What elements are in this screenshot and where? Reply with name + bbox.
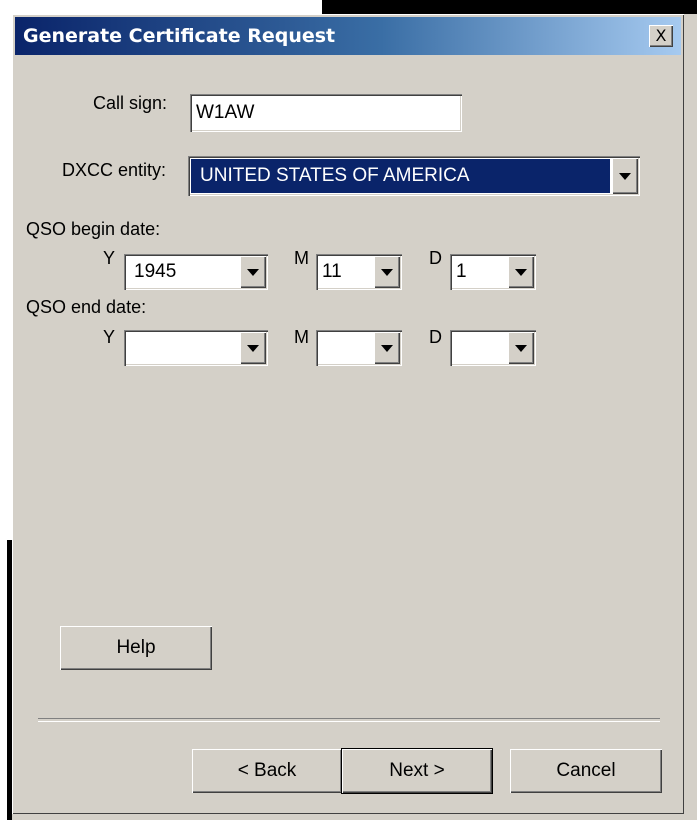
cancel-button-label: Cancel: [556, 760, 616, 781]
end-day-select[interactable]: [450, 330, 536, 366]
end-year-dropdown-button[interactable]: [240, 332, 266, 364]
end-month-label: M: [294, 327, 309, 347]
end-year-label: Y: [103, 327, 116, 347]
begin-year-value: 1945: [134, 261, 177, 282]
dxcc-entity-label: DXCC entity:: [62, 160, 167, 180]
begin-month-select[interactable]: 11: [316, 254, 402, 290]
chevron-down-icon: [247, 345, 259, 352]
end-day-dropdown-button[interactable]: [508, 332, 534, 364]
begin-day-label: D: [429, 248, 442, 268]
help-button-label: Help: [116, 637, 156, 658]
begin-month-value: 11: [322, 261, 342, 282]
next-button-label: Next >: [389, 760, 445, 781]
dialog-title: Generate Certificate Request: [23, 25, 336, 47]
back-button-label: < Back: [237, 760, 297, 781]
qso-begin-date-label: QSO begin date:: [26, 219, 161, 239]
end-month-select[interactable]: [316, 330, 402, 366]
close-icon: X: [655, 26, 667, 45]
title-bar[interactable]: Generate Certificate Request X: [15, 17, 681, 55]
background-window-edge: [12, 0, 322, 14]
help-button[interactable]: Help: [60, 626, 212, 670]
begin-year-select[interactable]: 1945: [124, 254, 268, 290]
end-year-select[interactable]: [124, 330, 268, 366]
end-month-dropdown-button[interactable]: [374, 332, 400, 364]
dxcc-dropdown-button[interactable]: [612, 158, 638, 194]
cancel-button[interactable]: Cancel: [510, 749, 662, 793]
next-button[interactable]: Next >: [341, 748, 493, 794]
button-divider: [38, 718, 660, 722]
call-sign-input[interactable]: W1AW: [190, 94, 462, 132]
dxcc-entity-select[interactable]: UNITED STATES OF AMERICA: [188, 156, 640, 196]
dxcc-entity-value: UNITED STATES OF AMERICA: [200, 165, 470, 186]
begin-year-label: Y: [103, 248, 116, 268]
begin-month-label: M: [294, 248, 309, 268]
begin-month-dropdown-button[interactable]: [374, 256, 400, 288]
background-window-dark: [322, 0, 697, 14]
call-sign-label: Call sign:: [93, 93, 168, 113]
chevron-down-icon: [247, 269, 259, 276]
qso-end-date-label: QSO end date:: [26, 297, 147, 317]
chevron-down-icon: [381, 269, 393, 276]
close-button[interactable]: X: [649, 25, 673, 47]
begin-day-dropdown-button[interactable]: [508, 256, 534, 288]
begin-day-value: 1: [456, 261, 467, 282]
chevron-down-icon: [381, 345, 393, 352]
end-day-label: D: [429, 327, 442, 347]
back-button[interactable]: < Back: [192, 749, 342, 793]
chevron-down-icon: [619, 173, 631, 180]
chevron-down-icon: [515, 269, 527, 276]
begin-year-dropdown-button[interactable]: [240, 256, 266, 288]
chevron-down-icon: [515, 345, 527, 352]
certificate-request-dialog: Generate Certificate Request X Call sign…: [12, 14, 684, 814]
call-sign-value: W1AW: [196, 102, 255, 123]
begin-day-select[interactable]: 1: [450, 254, 536, 290]
